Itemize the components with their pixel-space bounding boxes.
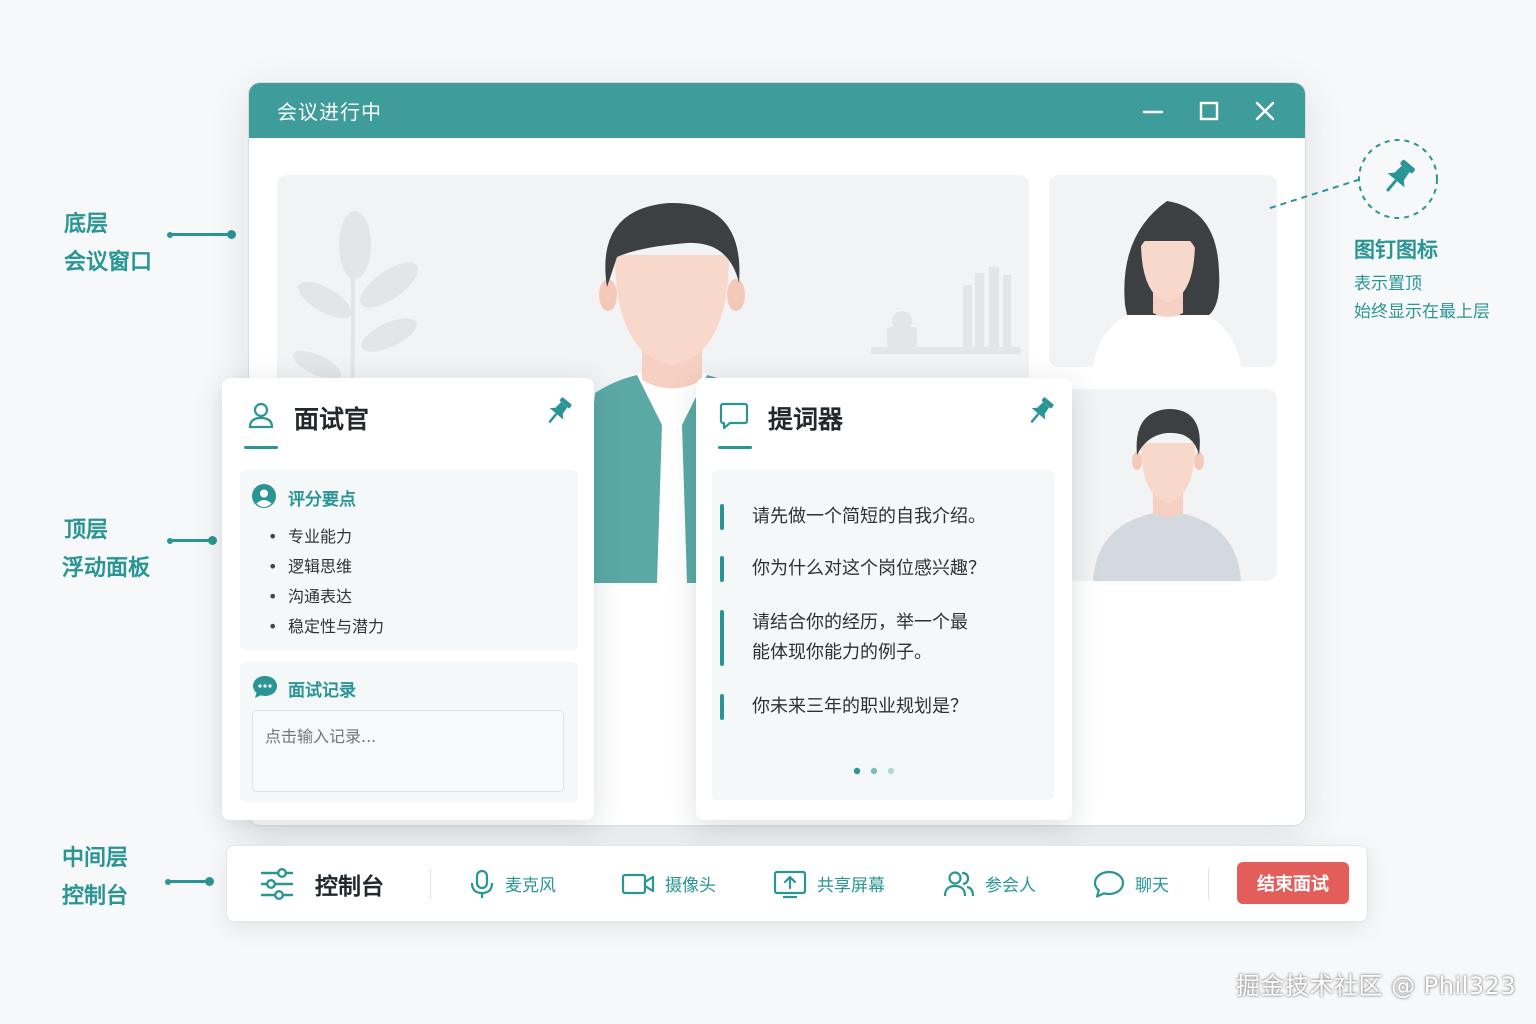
video-camera-icon [621, 871, 655, 897]
title-underline [718, 446, 752, 449]
notes-title: 面试记录 [288, 681, 356, 701]
list-item: 稳定性与潜力 [268, 612, 384, 642]
female-participant-avatar [1093, 201, 1241, 367]
list-item: 逻辑思维 [268, 552, 384, 582]
prompt-item: 你为什么对这个岗位感兴趣？ [720, 554, 986, 584]
participants-label: 参会人 [985, 876, 1036, 896]
window-title: 会议进行中 [277, 100, 382, 124]
window-titlebar: 会议进行中 [249, 83, 1305, 138]
pin-icon[interactable] [542, 396, 574, 428]
screen-share-icon [773, 869, 807, 899]
divider [430, 868, 431, 900]
sliders-icon [259, 867, 295, 901]
annotation-top-layer-line2: 浮动面板 [62, 556, 151, 581]
scoring-section: 评分要点 专业能力 逻辑思维 沟通表达 稳定性与潜力 [240, 470, 578, 650]
console-title: 控制台 [259, 846, 384, 921]
control-bar: 控制台 麦克风 摄像头 共享屏幕 参会人 聊天 结束面试 [226, 845, 1368, 922]
message-square-icon [718, 400, 750, 432]
prompter-panel[interactable]: 提词器 请先做一个简短的自我介绍。 你为什么对这个岗位感兴趣？ 请结合你的经历，… [696, 378, 1072, 820]
share-label: 共享屏幕 [817, 876, 885, 896]
list-item: 沟通表达 [268, 582, 384, 612]
prompt-list: 请先做一个简短的自我介绍。 你为什么对这个岗位感兴趣？ 请结合你的经历，举一个最… [712, 470, 1054, 800]
panel-header[interactable]: 提词器 [696, 378, 1072, 458]
panel-header[interactable]: 面试官 [222, 378, 594, 458]
interviewer-panel[interactable]: 面试官 评分要点 专业能力 逻辑思维 沟通表达 稳定性与潜力 [222, 378, 594, 820]
pin-annotation-line1: 表示置顶 [1354, 274, 1422, 294]
male-participant-avatar [1093, 409, 1241, 581]
participant-video-tile [1049, 175, 1277, 367]
panel-title: 提词器 [768, 405, 844, 434]
maximize-icon[interactable] [1193, 95, 1225, 127]
participants-button[interactable]: 参会人 [943, 846, 1036, 921]
chat-icon [1093, 869, 1125, 899]
title-underline [244, 446, 278, 449]
participant-video-tile [1049, 389, 1277, 581]
annotation-connector [165, 877, 214, 886]
annotation-bottom-layer-line1: 底层 [64, 212, 109, 237]
annotation-connector [167, 230, 236, 239]
camera-label: 摄像头 [665, 876, 716, 896]
annotation-middle-layer-line1: 中间层 [62, 846, 129, 871]
console-label: 控制台 [315, 873, 384, 900]
notes-input[interactable] [252, 710, 564, 792]
pagination-dots[interactable] [852, 766, 902, 776]
user-circle-icon [252, 484, 276, 508]
mic-button[interactable]: 麦克风 [469, 846, 556, 921]
scoring-list: 专业能力 逻辑思维 沟通表达 稳定性与潜力 [268, 522, 384, 642]
prompt-item: 你未来三年的职业规划是？ [720, 692, 968, 722]
annotation-bottom-layer-line2: 会议窗口 [64, 250, 153, 275]
close-icon[interactable] [1249, 95, 1281, 127]
panel-title: 面试官 [294, 405, 370, 434]
mic-label: 麦克风 [505, 876, 556, 896]
pin-annotation-line2: 始终显示在最上层 [1354, 302, 1490, 322]
chat-bubble-icon [252, 674, 278, 700]
pin-icon[interactable] [1024, 396, 1056, 428]
scoring-title: 评分要点 [288, 490, 356, 510]
annotation-middle-layer-line2: 控制台 [62, 884, 129, 909]
watermark: 掘金技术社区 @ Phil323 [1236, 972, 1517, 1000]
prompt-item: 请先做一个简短的自我介绍。 [720, 502, 986, 532]
chat-label: 聊天 [1135, 876, 1169, 896]
list-item: 专业能力 [268, 522, 384, 552]
chat-button[interactable]: 聊天 [1093, 846, 1169, 921]
camera-button[interactable]: 摄像头 [621, 846, 716, 921]
users-icon [943, 869, 975, 899]
pin-icon [1378, 158, 1418, 198]
prompt-item: 请结合你的经历，举一个最能体现你能力的例子。 [720, 608, 982, 668]
microphone-icon [469, 869, 495, 899]
user-icon [246, 400, 276, 430]
notes-section: 面试记录 [240, 662, 578, 802]
annotation-connector [167, 536, 217, 545]
share-screen-button[interactable]: 共享屏幕 [773, 846, 885, 921]
divider [1208, 868, 1209, 900]
end-interview-button[interactable]: 结束面试 [1237, 862, 1349, 904]
minimize-icon[interactable] [1137, 95, 1169, 127]
annotation-top-layer-line1: 顶层 [64, 518, 109, 543]
pin-annotation-title: 图钉图标 [1354, 238, 1438, 262]
